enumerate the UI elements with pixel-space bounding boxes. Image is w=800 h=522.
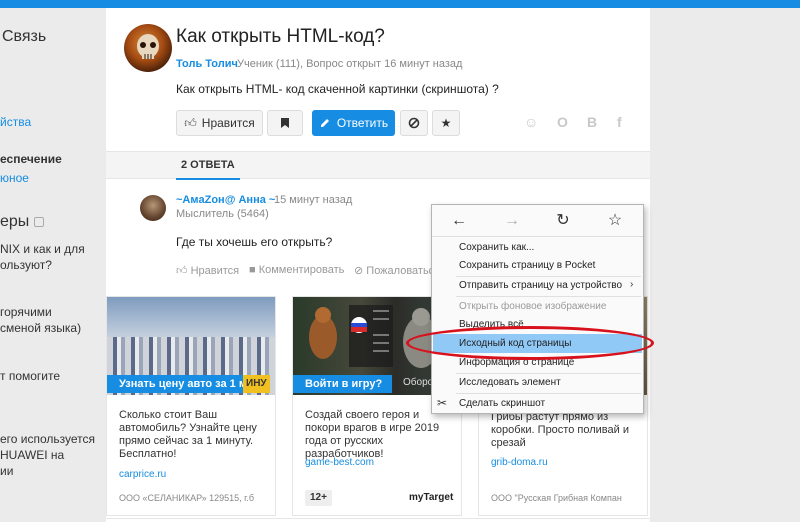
like-button-label: Нравится <box>201 116 255 130</box>
context-menu: ← → ↻ ☆ Сохранить как... Сохранить стран… <box>431 204 644 414</box>
menu-item-inspect-element[interactable]: Исследовать элемент <box>433 373 642 392</box>
ad-text: Создай своего героя и покори врагов в иг… <box>305 409 440 460</box>
skull-image <box>137 34 159 59</box>
ad-text: Сколько стоит Ваш автомобиль? Узнайте це… <box>119 409 257 460</box>
sidebar-question-4-line3[interactable]: ии <box>0 464 13 478</box>
menu-item-save-as[interactable]: Сохранить как... <box>433 238 642 257</box>
question-author-avatar[interactable] <box>124 24 172 72</box>
sidebar-question-2-line2[interactable]: сменой языка) <box>0 321 81 335</box>
highlight-oval <box>406 326 654 360</box>
menu-item-take-screenshot[interactable]: Сделать скриншот <box>433 394 642 413</box>
sidebar-heading-3: еры <box>0 213 30 230</box>
sidebar-question-3-line1[interactable]: т помогите <box>0 369 60 383</box>
sky-image <box>107 297 275 337</box>
browser-top-bar <box>0 0 800 8</box>
question-author-name[interactable]: Толь Толич <box>176 58 238 70</box>
reload-icon[interactable]: ↻ <box>553 211 573 231</box>
ad-domain[interactable]: grib-doma.ru <box>491 457 548 468</box>
sidebar-question-1-line1[interactable]: NIX и как и для <box>0 242 85 256</box>
answer-button[interactable]: Ответить <box>312 110 395 136</box>
forward-arrow-icon[interactable]: → <box>502 211 522 231</box>
pencil-icon <box>320 119 329 127</box>
ad-domain[interactable]: carprice.ru <box>119 469 166 480</box>
bookmark-star-icon[interactable]: ☆ <box>605 211 625 231</box>
sidebar-heading-svyaz: Связь <box>2 28 47 45</box>
divider <box>106 518 650 519</box>
answer-complain-link[interactable]: ⊘ Пожаловатьс <box>354 264 434 277</box>
star-button[interactable]: ★ <box>432 110 460 136</box>
question-meta: Ученик (111), Вопрос открыт 16 минут наз… <box>237 58 463 70</box>
comment-icon: ■ <box>249 264 256 276</box>
menu-item-open-background-image: Открыть фоновое изображение <box>459 301 607 312</box>
block-button[interactable] <box>400 110 428 136</box>
answer-time: 15 минут назад <box>274 194 353 206</box>
right-background <box>650 8 800 522</box>
context-menu-nav: ← → ↻ ☆ <box>432 205 643 237</box>
sidebar-question-4-line1[interactable]: его используется <box>0 432 95 446</box>
answer-like-link[interactable]: 👍︎ Нравится <box>176 264 239 277</box>
answer-button-label: Ответить <box>336 116 389 130</box>
like-button[interactable]: 👍︎ Нравится <box>176 110 263 136</box>
ad-badge-tail: ИНУ <box>243 375 270 393</box>
odnoklassniki-icon[interactable]: О <box>557 114 568 130</box>
ad-card-car[interactable]: Узнать цену авто за 1 мин ИНУ Сколько ст… <box>106 296 276 516</box>
facebook-icon[interactable]: f <box>617 114 622 130</box>
block-icon: ⊘ <box>354 265 364 277</box>
question-text: Как открыть HTML- код скаченной картинки… <box>176 82 499 96</box>
thumbs-up-icon: 👍︎ <box>176 265 188 277</box>
ad-network-brand[interactable]: myTarget <box>409 492 453 503</box>
answer-comment-link[interactable]: ■ Комментировать <box>249 264 344 276</box>
back-arrow-icon[interactable]: ← <box>449 211 469 231</box>
menu-item-send-to-device[interactable]: Отправить страницу на устройство <box>433 276 642 295</box>
block-icon <box>408 117 420 129</box>
ad-text: коробки. Просто поливай и срезай <box>491 424 629 449</box>
chevron-right-icon: › <box>630 279 634 290</box>
answer-text: Где ты хочешь его открыть? <box>176 235 333 249</box>
smile-icon[interactable]: ☺ <box>524 114 538 130</box>
answer-rank: Мыслитель (5464) <box>176 208 269 220</box>
left-sidebar: Связь йства еспечение юное еры NIX и как… <box>0 8 106 522</box>
sidebar-question-4-line2[interactable]: HUAWEI на <box>0 448 64 462</box>
sidebar-link-1[interactable]: йства <box>0 115 31 129</box>
ad-footer: ООО "Русская Грибная Компан <box>491 493 622 503</box>
thumbs-up-icon: 👍︎ <box>184 115 197 130</box>
sidebar-question-2-line1[interactable]: горячими <box>0 305 52 319</box>
star-icon: ★ <box>440 116 452 130</box>
info-icon <box>34 217 44 227</box>
age-rating-badge: 12+ <box>305 490 332 506</box>
bookmark-button[interactable] <box>267 110 303 136</box>
answer-author-avatar[interactable] <box>140 195 166 221</box>
answer-complain-label: Пожаловатьс <box>366 265 435 277</box>
tab-underline <box>176 178 240 180</box>
question-title: Как открыть HTML-код? <box>176 26 385 47</box>
sidebar-heading-2: еспечение <box>0 152 62 166</box>
tab-answers[interactable]: 2 ОТВЕТА <box>181 159 235 171</box>
vk-icon[interactable]: B <box>587 114 597 130</box>
answer-comment-label: Комментировать <box>258 264 345 276</box>
menu-item-save-to-pocket[interactable]: Сохранить страницу в Pocket <box>433 256 642 275</box>
sidebar-question-1-line2[interactable]: ользуют? <box>0 258 52 272</box>
answer-like-label: Нравится <box>190 265 240 277</box>
ad-footer: ООО «СЕЛАНИКАР» 129515, г.б <box>119 493 255 503</box>
bookmark-icon <box>281 118 289 128</box>
ad-badge: Войти в игру? <box>293 375 393 393</box>
answer-author-name[interactable]: ~AмaZoн@ Анна ~ <box>176 194 275 206</box>
sidebar-link-2[interactable]: юное <box>0 171 29 185</box>
ad-domain[interactable]: game-best.com <box>305 457 374 468</box>
